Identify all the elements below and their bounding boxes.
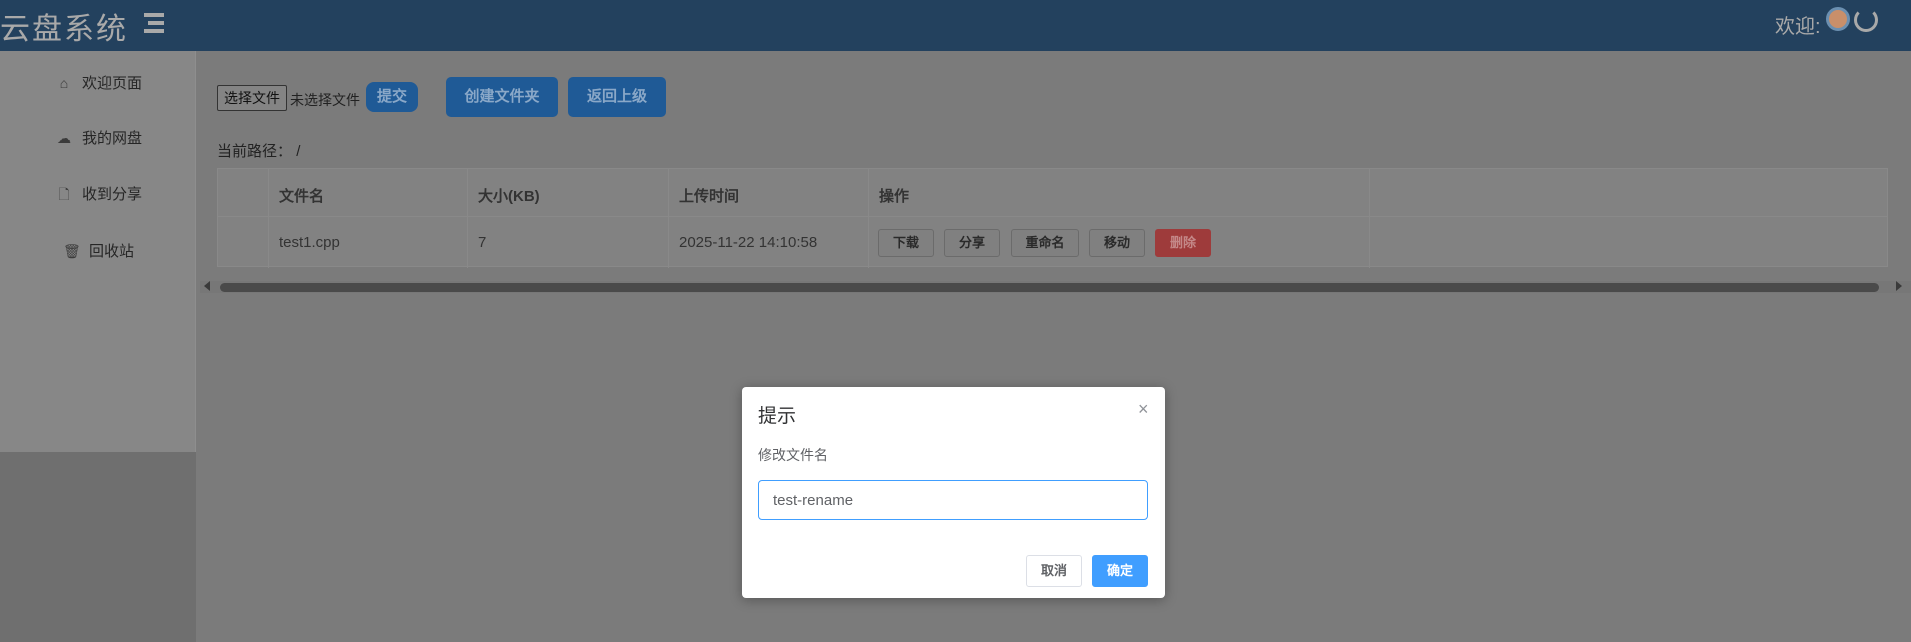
share-button[interactable]: 分享 <box>944 229 1000 257</box>
sidebar-item-label: 我的网盘 <box>82 130 143 147</box>
file-size: 7 <box>478 234 487 251</box>
sidebar: ⌂ 欢迎页面 ☁ 我的网盘 🗋 收到分享 🗑 回收站 <box>0 51 196 452</box>
column-header-actions: 操作 <box>879 188 910 205</box>
download-button[interactable]: 下载 <box>878 229 934 257</box>
scroll-left-arrow-icon[interactable] <box>204 281 210 291</box>
sidebar-empty-area <box>0 452 196 642</box>
dialog-message: 修改文件名 <box>758 447 828 463</box>
close-icon[interactable]: × <box>1138 399 1149 420</box>
sidebar-item-recycle-bin[interactable]: 🗑 回收站 <box>63 240 134 261</box>
create-folder-button[interactable]: 创建文件夹 <box>446 77 558 117</box>
file-table: 文件名 大小(KB) 上传时间 操作 test1.cpp 7 2025-11-2… <box>217 168 1888 268</box>
top-header: 云盘系统 欢迎: <box>0 0 1911 51</box>
cancel-button[interactable]: 取消 <box>1026 555 1082 587</box>
file-status: 未选择文件 <box>290 92 360 108</box>
sidebar-item-label: 回收站 <box>89 243 135 260</box>
sidebar-item-my-disk[interactable]: ☁ 我的网盘 <box>56 127 142 148</box>
choose-file-button[interactable]: 选择文件 <box>217 85 287 111</box>
menu-toggle-icon[interactable] <box>140 12 164 34</box>
submit-button[interactable]: 提交 <box>366 82 418 112</box>
sidebar-item-label: 收到分享 <box>82 186 143 203</box>
go-up-button[interactable]: 返回上级 <box>568 77 666 117</box>
file-name[interactable]: test1.cpp <box>279 234 340 251</box>
refresh-icon[interactable] <box>1854 8 1878 32</box>
file-add-icon: 🗋 <box>58 185 70 202</box>
dialog-title: 提示 <box>758 406 797 427</box>
home-icon: ⌂ <box>59 74 69 91</box>
sidebar-item-welcome[interactable]: ⌂ 欢迎页面 <box>56 72 142 93</box>
rename-input[interactable] <box>758 480 1148 520</box>
current-path: 当前路径： / <box>217 140 300 161</box>
scrollbar-thumb[interactable] <box>220 283 1879 292</box>
rename-dialog: 提示 × 修改文件名 取消 确定 <box>742 387 1165 598</box>
confirm-button[interactable]: 确定 <box>1092 555 1148 587</box>
column-header-name: 文件名 <box>279 188 325 205</box>
path-label: 当前路径： <box>217 143 293 160</box>
sidebar-item-label: 欢迎页面 <box>82 75 143 92</box>
app-logo: 云盘系统 <box>0 12 128 47</box>
cloud-icon: ☁ <box>57 129 71 146</box>
trash-icon: 🗑 <box>63 242 81 259</box>
path-value: / <box>296 143 301 160</box>
rename-button[interactable]: 重命名 <box>1011 229 1079 257</box>
sidebar-item-received-shares[interactable]: 🗋 收到分享 <box>56 183 142 204</box>
file-upload-time: 2025-11-22 14:10:58 <box>679 234 818 251</box>
user-avatar[interactable] <box>1826 7 1850 31</box>
welcome-text: 欢迎: <box>1775 16 1821 38</box>
move-button[interactable]: 移动 <box>1089 229 1145 257</box>
column-header-time: 上传时间 <box>679 188 740 205</box>
column-header-size: 大小(KB) <box>478 188 540 205</box>
table-header-row <box>218 169 1887 217</box>
delete-button[interactable]: 删除 <box>1155 229 1211 257</box>
scroll-right-arrow-icon[interactable] <box>1896 281 1902 291</box>
